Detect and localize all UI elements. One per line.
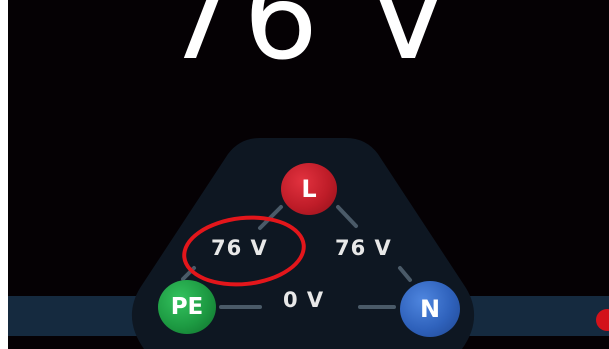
meter-display: 76 V L PE N 76 V 76 V 0 V <box>8 0 609 349</box>
voltage-pe-n: 0 V <box>283 288 325 312</box>
terminal-pe: PE <box>158 280 216 334</box>
voltage-l-n: 76 V <box>335 236 392 260</box>
line-n-l-lower <box>398 266 412 282</box>
terminal-l: L <box>281 163 337 215</box>
terminal-n: N <box>400 281 460 337</box>
line-l-n <box>336 205 358 228</box>
